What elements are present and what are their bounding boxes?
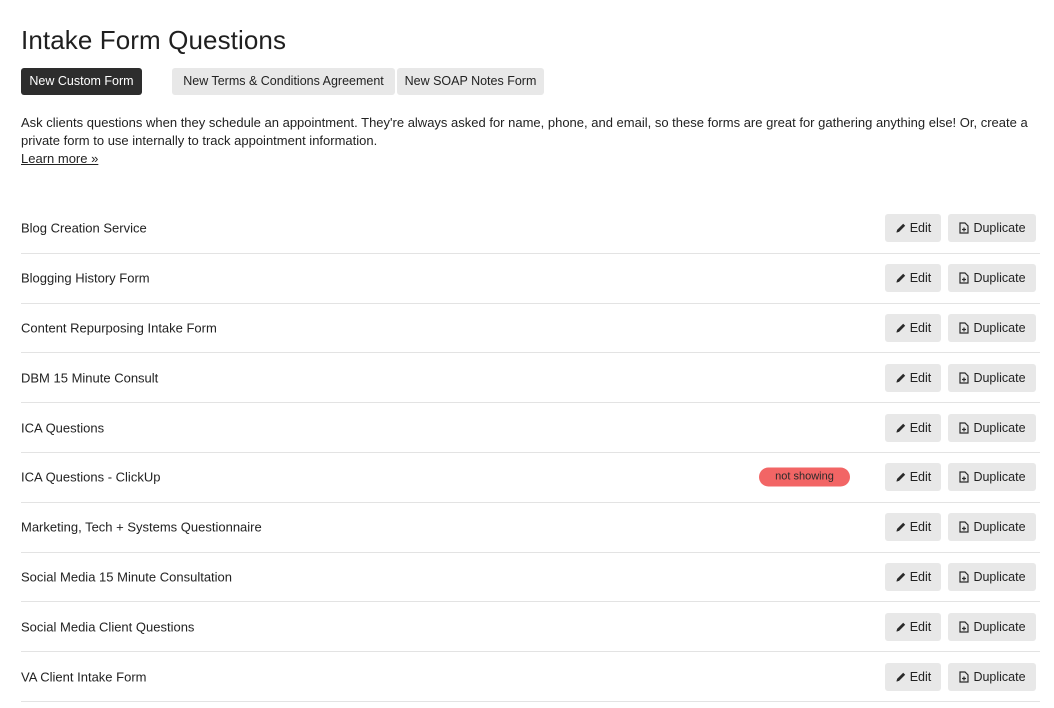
duplicate-label: Duplicate	[973, 669, 1026, 684]
edit-button[interactable]: Edit	[885, 214, 941, 243]
edit-label: Edit	[909, 669, 932, 684]
form-row: Social Media 15 Minute Consultation Edit…	[21, 553, 1040, 603]
duplicate-button[interactable]: Duplicate	[948, 264, 1036, 293]
edit-button[interactable]: Edit	[885, 463, 941, 492]
copy-file-icon	[958, 521, 970, 533]
duplicate-button[interactable]: Duplicate	[948, 662, 1036, 691]
duplicate-label: Duplicate	[973, 470, 1026, 485]
form-list: Blog Creation Service Edit Duplicate Blo…	[21, 204, 1040, 702]
pencil-icon	[895, 222, 907, 234]
form-name[interactable]: Blog Creation Service	[21, 221, 147, 236]
duplicate-label: Duplicate	[973, 420, 1026, 435]
form-name[interactable]: VA Client Intake Form	[21, 669, 146, 684]
form-row: Blog Creation Service Edit Duplicate	[21, 204, 1040, 254]
pencil-icon	[895, 422, 907, 434]
duplicate-button[interactable]: Duplicate	[948, 513, 1036, 542]
edit-label: Edit	[909, 569, 932, 584]
pencil-icon	[895, 571, 907, 583]
edit-button[interactable]: Edit	[885, 662, 941, 691]
form-name[interactable]: ICA Questions	[21, 420, 104, 435]
duplicate-button[interactable]: Duplicate	[948, 214, 1036, 243]
new-terms-agreement-button[interactable]: New Terms & Conditions Agreement	[172, 68, 395, 95]
edit-button[interactable]: Edit	[885, 264, 941, 293]
copy-file-icon	[958, 670, 970, 683]
copy-file-icon	[958, 372, 970, 384]
new-soap-notes-form-button[interactable]: New SOAP Notes Form	[397, 68, 544, 95]
form-row: Blogging History Form Edit Duplicate	[21, 254, 1040, 304]
pencil-icon	[895, 272, 907, 284]
form-name[interactable]: Content Repurposing Intake Form	[21, 320, 217, 335]
copy-file-icon	[958, 421, 970, 434]
duplicate-button[interactable]: Duplicate	[948, 562, 1036, 591]
form-name[interactable]: ICA Questions - ClickUp	[21, 470, 160, 485]
duplicate-label: Duplicate	[973, 320, 1026, 335]
edit-button[interactable]: Edit	[885, 513, 941, 542]
copy-file-icon	[958, 272, 970, 284]
duplicate-button[interactable]: Duplicate	[948, 612, 1036, 641]
copy-file-icon	[958, 471, 970, 483]
edit-label: Edit	[909, 619, 932, 634]
edit-label: Edit	[909, 370, 932, 385]
edit-label: Edit	[909, 320, 932, 335]
form-name[interactable]: Blogging History Form	[21, 271, 150, 286]
edit-button[interactable]: Edit	[885, 413, 941, 442]
page-description: Ask clients questions when they schedule…	[21, 115, 1028, 148]
edit-button[interactable]: Edit	[885, 313, 941, 342]
copy-file-icon	[958, 571, 970, 583]
form-name[interactable]: DBM 15 Minute Consult	[21, 370, 158, 385]
form-row: Social Media Client Questions Edit Dupli…	[21, 602, 1040, 653]
duplicate-label: Duplicate	[973, 520, 1026, 535]
duplicate-button[interactable]: Duplicate	[948, 313, 1036, 342]
duplicate-button[interactable]: Duplicate	[948, 463, 1036, 492]
duplicate-label: Duplicate	[973, 221, 1026, 236]
edit-label: Edit	[909, 470, 932, 485]
copy-file-icon	[958, 222, 970, 234]
edit-label: Edit	[909, 271, 932, 286]
form-row: ICA Questions - ClickUp not showing Edit…	[21, 453, 1040, 503]
pencil-icon	[895, 521, 907, 533]
copy-file-icon	[958, 322, 970, 334]
edit-button[interactable]: Edit	[885, 363, 941, 392]
pencil-icon	[895, 471, 907, 483]
edit-label: Edit	[909, 520, 932, 535]
edit-button[interactable]: Edit	[885, 562, 941, 591]
edit-label: Edit	[909, 221, 932, 236]
copy-file-icon	[958, 621, 970, 633]
edit-button[interactable]: Edit	[885, 612, 941, 641]
form-name[interactable]: Social Media 15 Minute Consultation	[21, 569, 232, 584]
pencil-icon	[895, 322, 907, 334]
form-row: Marketing, Tech + Systems Questionnaire …	[21, 503, 1040, 553]
pencil-icon	[895, 671, 907, 683]
learn-more-link[interactable]: Learn more »	[21, 150, 98, 168]
form-row: Content Repurposing Intake Form Edit Dup…	[21, 304, 1040, 354]
page-title: Intake Form Questions	[21, 25, 287, 56]
form-row: ICA Questions Edit Duplicate	[21, 403, 1040, 453]
duplicate-button[interactable]: Duplicate	[948, 363, 1036, 392]
edit-label: Edit	[909, 420, 932, 435]
new-custom-form-button[interactable]: New Custom Form	[21, 68, 142, 95]
form-name[interactable]: Social Media Client Questions	[21, 619, 194, 634]
pencil-icon	[895, 372, 907, 384]
duplicate-label: Duplicate	[973, 569, 1026, 584]
duplicate-label: Duplicate	[973, 271, 1026, 286]
pencil-icon	[895, 621, 907, 633]
duplicate-button[interactable]: Duplicate	[948, 413, 1036, 442]
duplicate-label: Duplicate	[973, 619, 1026, 634]
form-row: VA Client Intake Form Edit Duplicate	[21, 652, 1040, 702]
status-badge: not showing	[759, 467, 850, 487]
form-row: DBM 15 Minute Consult Edit Duplicate	[21, 353, 1040, 404]
duplicate-label: Duplicate	[973, 370, 1026, 385]
form-name[interactable]: Marketing, Tech + Systems Questionnaire	[21, 520, 262, 535]
